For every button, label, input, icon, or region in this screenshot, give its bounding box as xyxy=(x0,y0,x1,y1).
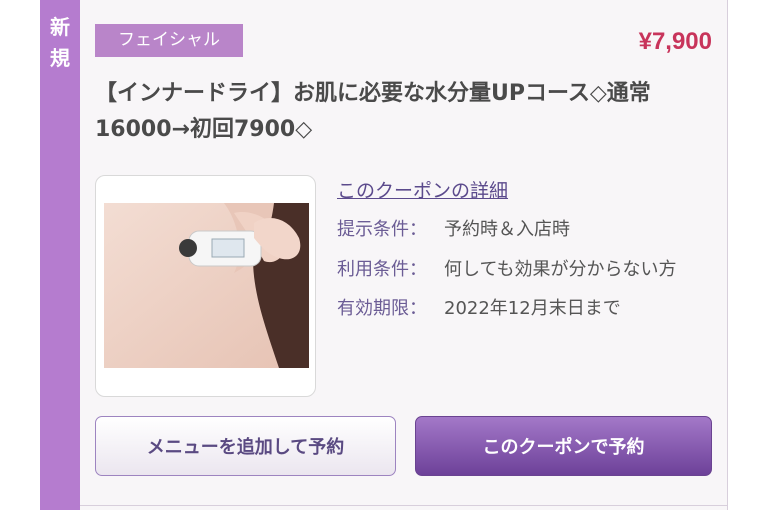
coupon-title-line-1: 【インナードライ】お肌に必要な水分量UPコース◇通常 xyxy=(95,81,651,106)
condition-label: 利用条件： xyxy=(337,259,427,280)
coupon-detail-link[interactable]: このクーポンの詳細 xyxy=(337,176,508,203)
condition-row-usage: 利用条件： 何しても効果が分からない方 xyxy=(337,255,677,281)
coupon-title-line-2: 16000→初回7900◇ xyxy=(95,117,313,142)
coupon-photo xyxy=(104,203,309,368)
new-badge-char-1: 新 xyxy=(50,15,70,39)
condition-value: 2022年12月末日まで xyxy=(444,298,621,319)
condition-row-expiry: 有効期限： 2022年12月末日まで xyxy=(337,294,621,320)
condition-value: 予約時＆入店時 xyxy=(444,219,570,240)
condition-row-present: 提示条件： 予約時＆入店時 xyxy=(337,215,570,241)
condition-value: 何しても効果が分からない方 xyxy=(444,259,677,280)
category-tag: フェイシャル xyxy=(95,24,243,57)
coupon-price: ¥7,900 xyxy=(638,28,712,55)
add-menu-reserve-button[interactable]: メニューを追加して予約 xyxy=(95,416,396,476)
condition-label: 提示条件： xyxy=(337,219,427,240)
new-stripe xyxy=(40,0,80,510)
new-badge-char-2: 規 xyxy=(50,46,70,70)
condition-label: 有効期限： xyxy=(337,298,427,319)
new-badge: 新 規 xyxy=(40,12,80,74)
reserve-with-coupon-button[interactable]: このクーポンで予約 xyxy=(415,416,712,476)
coupon-title: 【インナードライ】お肌に必要な水分量UPコース◇通常 16000→初回7900◇ xyxy=(95,76,725,148)
divider xyxy=(80,505,728,506)
